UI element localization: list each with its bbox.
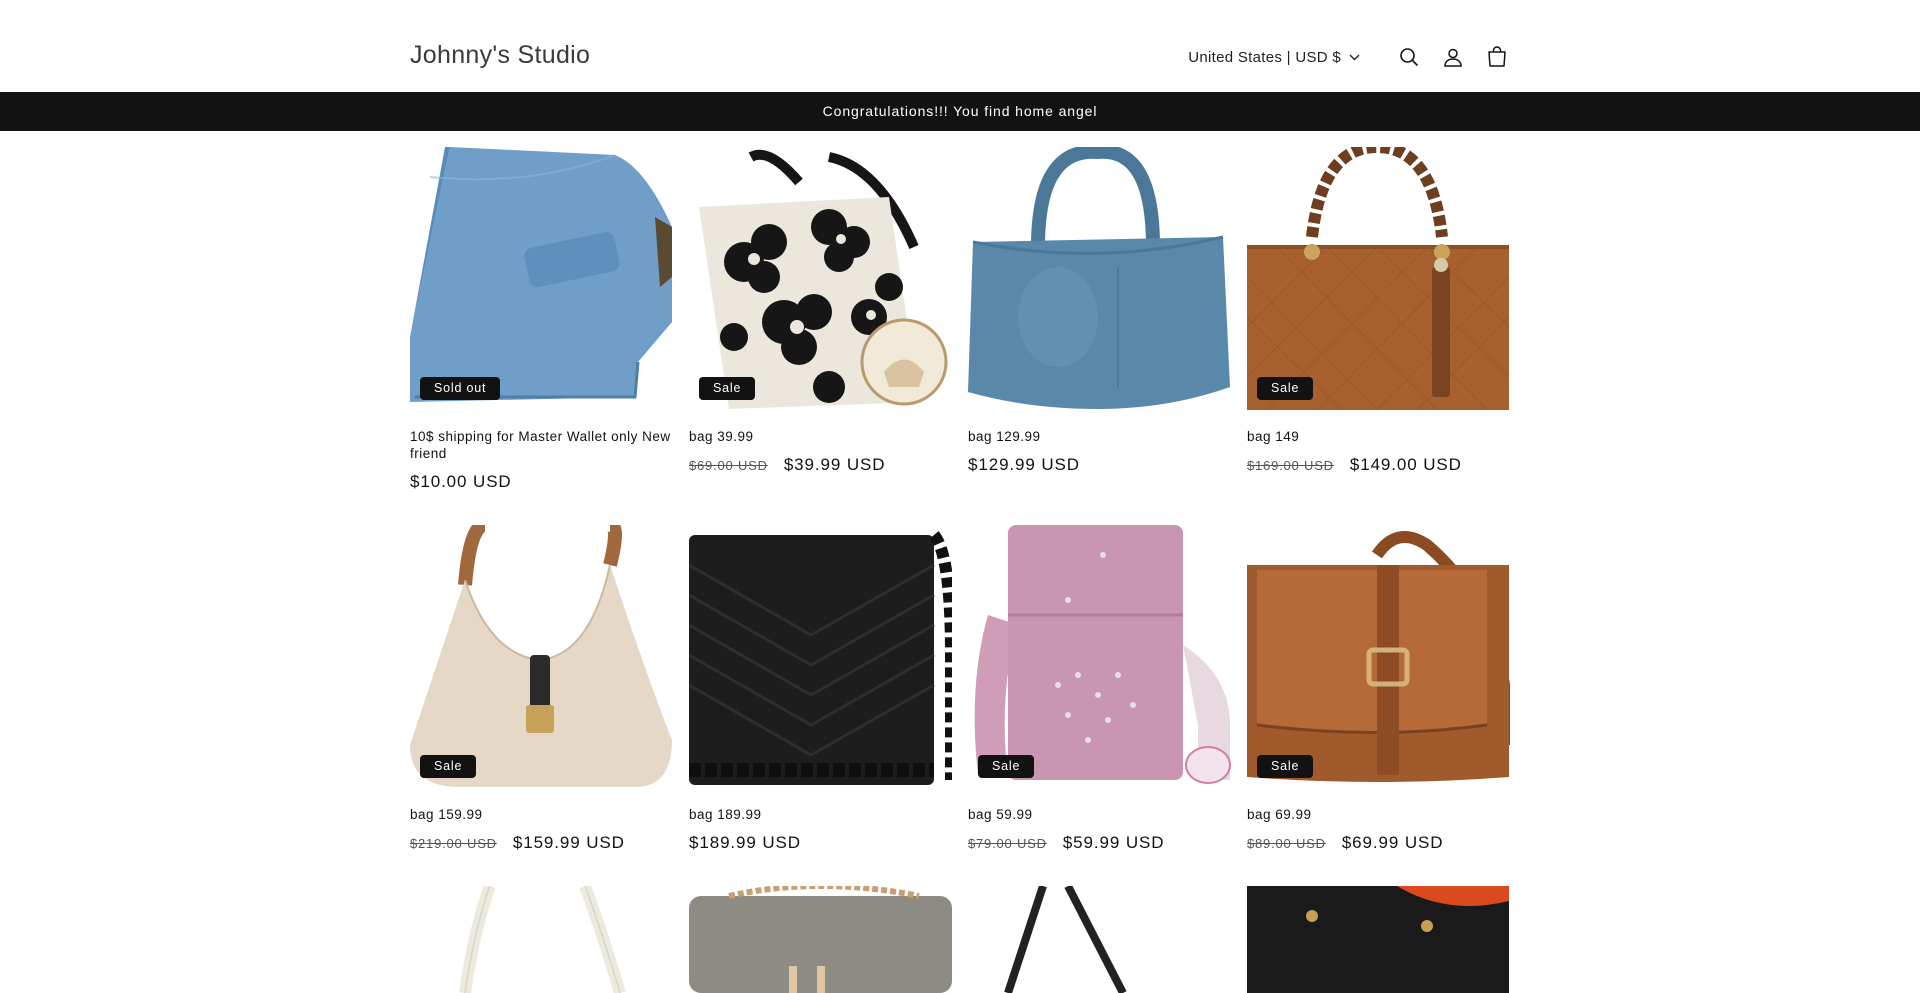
product-price: $39.99 USD [783, 455, 886, 474]
search-icon[interactable] [1396, 44, 1422, 70]
brand-logo[interactable]: Johnny's Studio [410, 41, 590, 70]
product-image[interactable]: Sale [410, 525, 673, 788]
product-price: $129.99 USD [968, 455, 1080, 474]
product-card[interactable]: Sale bag 59.99 $79.00 USD $59.99 USD [968, 525, 1231, 853]
country-selector-label: United States | USD $ [1188, 48, 1341, 66]
product-card[interactable] [1247, 886, 1510, 993]
product-card[interactable]: Sale bag 69.99 $89.00 USD $69.99 USD [1247, 525, 1510, 853]
product-image[interactable] [689, 525, 952, 788]
product-title[interactable]: bag 149 [1247, 428, 1510, 445]
site-header: Johnny's Studio United States | USD $ [0, 0, 1920, 92]
product-title[interactable]: bag 159.99 [410, 806, 673, 823]
product-card[interactable]: Sold out 10$ shipping for Master Wallet … [410, 147, 673, 492]
product-compare-price: $69.00 USD [689, 458, 768, 473]
country-selector[interactable]: United States | USD $ [1188, 49, 1360, 66]
announcement-bar: Congratulations!!! You find home angel [0, 92, 1920, 131]
product-badge: Sale [699, 377, 756, 400]
product-price-row: $79.00 USD $59.99 USD [968, 833, 1231, 853]
chevron-down-icon [1349, 54, 1360, 60]
product-title[interactable]: bag 39.99 [689, 428, 952, 445]
product-card[interactable]: Sale bag 39.99 $69.00 USD $39.99 USD [689, 147, 952, 475]
product-compare-price: $79.00 USD [968, 836, 1047, 851]
product-card[interactable]: Sale bag 159.99 $219.00 USD $159.99 USD [410, 525, 673, 853]
product-image[interactable] [1247, 886, 1510, 993]
product-card[interactable]: bag 189.99 $189.99 USD [689, 525, 952, 853]
product-image[interactable] [968, 886, 1231, 993]
product-price-row: $89.00 USD $69.99 USD [1247, 833, 1510, 853]
product-price-row: $189.99 USD [689, 833, 952, 853]
product-price: $69.99 USD [1341, 833, 1444, 852]
product-image[interactable] [410, 886, 673, 993]
product-badge: Sale [1257, 755, 1314, 778]
product-price-row: $219.00 USD $159.99 USD [410, 833, 673, 853]
product-price: $59.99 USD [1062, 833, 1165, 852]
product-title[interactable]: bag 129.99 [968, 428, 1231, 445]
product-price-row: $69.00 USD $39.99 USD [689, 455, 952, 475]
product-price: $10.00 USD [410, 472, 512, 491]
header-actions: United States | USD $ [1188, 44, 1510, 70]
product-image[interactable] [689, 886, 952, 993]
product-compare-price: $169.00 USD [1247, 458, 1334, 473]
product-price: $159.99 USD [512, 833, 625, 852]
product-price-row: $10.00 USD [410, 472, 673, 492]
product-card[interactable]: Sale bag 149 $169.00 USD $149.00 USD [1247, 147, 1510, 475]
product-title[interactable]: bag 189.99 [689, 806, 952, 823]
product-badge: Sale [420, 755, 477, 778]
product-price-row: $169.00 USD $149.00 USD [1247, 455, 1510, 475]
product-image[interactable]: Sale [1247, 525, 1510, 788]
product-title[interactable]: 10$ shipping for Master Wallet only New … [410, 428, 673, 462]
product-price: $189.99 USD [689, 833, 801, 852]
product-badge: Sale [978, 755, 1035, 778]
product-image[interactable]: Sale [689, 147, 952, 410]
product-compare-price: $89.00 USD [1247, 836, 1326, 851]
account-icon[interactable] [1440, 44, 1466, 70]
product-badge: Sale [1257, 377, 1314, 400]
product-card[interactable]: bag 129.99 $129.99 USD [968, 147, 1231, 475]
product-compare-price: $219.00 USD [410, 836, 497, 851]
product-card[interactable] [410, 886, 673, 993]
product-title[interactable]: bag 69.99 [1247, 806, 1510, 823]
product-title[interactable]: bag 59.99 [968, 806, 1231, 823]
cart-icon[interactable] [1484, 44, 1510, 70]
product-badge: Sold out [420, 377, 501, 400]
product-image[interactable]: Sale [1247, 147, 1510, 410]
product-price-row: $129.99 USD [968, 455, 1231, 475]
product-card[interactable] [689, 886, 952, 993]
product-image[interactable] [968, 147, 1231, 410]
product-image[interactable]: Sale [968, 525, 1231, 788]
product-price: $149.00 USD [1349, 455, 1462, 474]
product-image[interactable]: Sold out [410, 147, 673, 410]
product-card[interactable] [968, 886, 1231, 993]
